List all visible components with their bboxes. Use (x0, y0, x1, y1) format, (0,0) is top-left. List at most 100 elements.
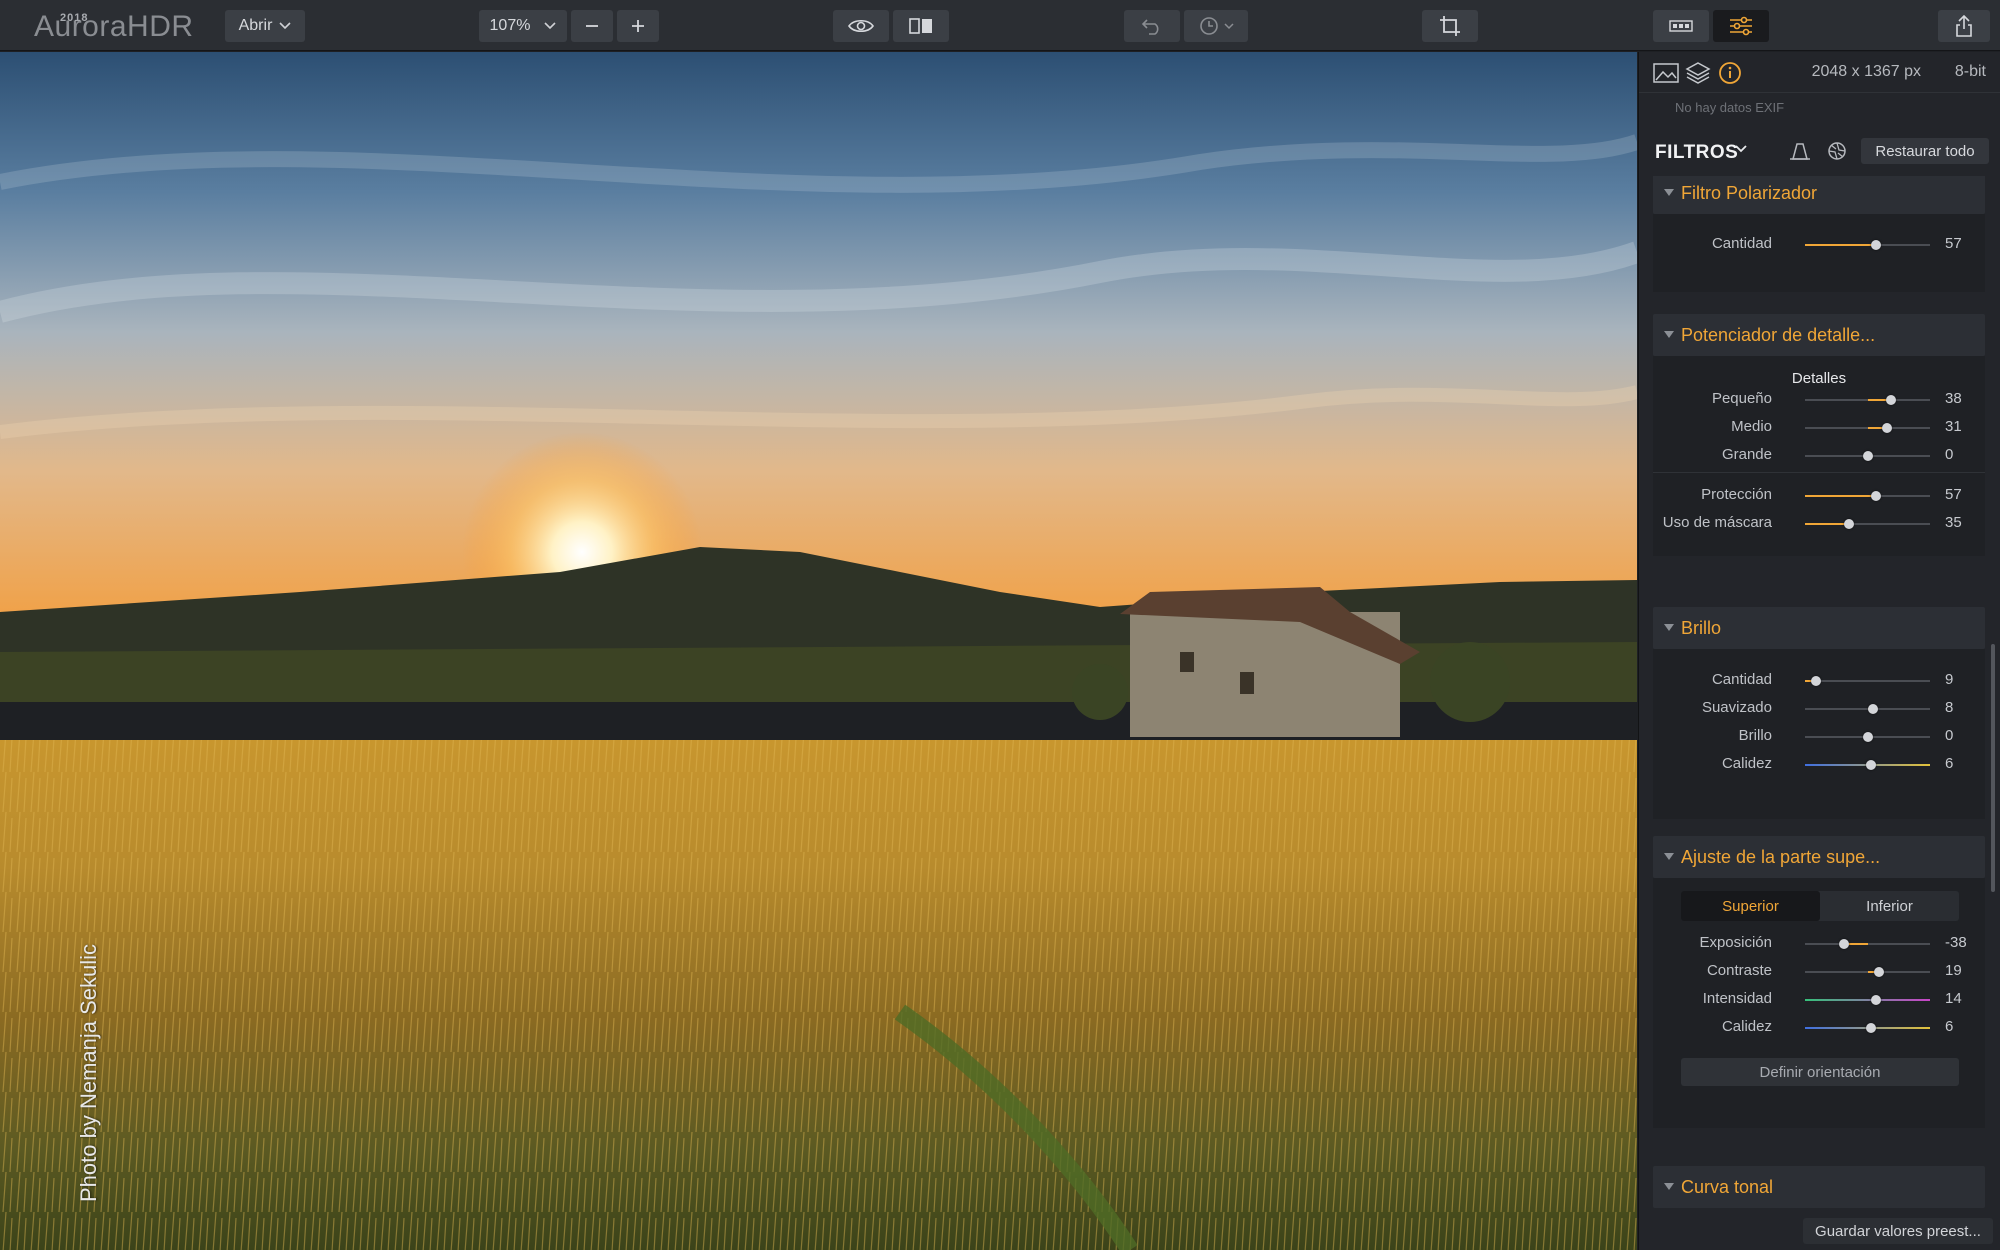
divider (1653, 472, 1985, 473)
slider-label: Grande (1721, 446, 1772, 463)
aperture-icon[interactable] (1827, 141, 1847, 161)
compare-button[interactable] (893, 10, 949, 42)
slider-track[interactable] (1805, 423, 1930, 433)
slider-track[interactable] (1805, 732, 1930, 742)
slider-knob[interactable] (1843, 519, 1854, 529)
section-header-glow[interactable]: Brillo (1653, 607, 1985, 649)
slider-value: 0 (1945, 727, 1954, 744)
share-button[interactable] (1938, 10, 1990, 42)
section-header-tone-curve[interactable]: Curva tonal (1653, 1166, 1985, 1208)
eye-icon (848, 19, 874, 33)
slider-knob[interactable] (1811, 676, 1822, 686)
zoom-out-button[interactable] (571, 10, 613, 42)
expand-triangle-icon (1664, 624, 1674, 631)
zoom-in-button[interactable] (617, 10, 659, 42)
slider-track[interactable] (1805, 939, 1930, 949)
history-button[interactable] (1184, 10, 1248, 42)
slider-track[interactable] (1805, 451, 1930, 461)
plus-icon (632, 20, 644, 32)
expand-triangle-icon (1664, 853, 1674, 860)
slider-track[interactable] (1805, 967, 1930, 977)
chevron-down-icon[interactable] (1735, 145, 1747, 153)
slider-knob[interactable] (1862, 451, 1873, 461)
undo-button[interactable] (1124, 10, 1180, 42)
slider-track[interactable] (1805, 704, 1930, 714)
set-orientation-button[interactable]: Definir orientación (1681, 1058, 1959, 1086)
slider-knob[interactable] (1838, 939, 1849, 949)
slider-knob[interactable] (1871, 491, 1882, 501)
slider-label: Suavizado (1701, 699, 1772, 716)
slider-knob[interactable] (1871, 995, 1882, 1005)
slider-knob[interactable] (1886, 395, 1897, 405)
layers-icon[interactable] (1685, 61, 1711, 85)
section-header-detail[interactable]: Potenciador de detalle... (1653, 314, 1985, 356)
slider-label: Cantidad (1711, 671, 1772, 688)
filters-dropdown[interactable]: FILTROS (1655, 142, 1738, 164)
section-body-detail: Detalles Pequeño 38 Medio 31 Grande 0 Prote… (1653, 356, 1985, 556)
filters-list[interactable]: Filtro Polarizador Cantidad 57 Potenciado… (1639, 176, 2000, 1250)
slider-fill (1805, 244, 1877, 246)
save-preset-button[interactable]: Guardar valores preest... (1803, 1218, 1993, 1244)
sliders-icon (1730, 16, 1752, 36)
slider-knob[interactable] (1867, 704, 1878, 714)
slider-track[interactable] (1805, 760, 1930, 770)
slider-label: Protección (1701, 486, 1772, 503)
mask-icon[interactable] (1789, 141, 1811, 161)
image-dimensions: 2048 x 1367 px (1811, 63, 1921, 80)
exif-info: No hay datos EXIF (1675, 100, 1785, 115)
filmstrip-button[interactable] (1653, 10, 1709, 42)
slider-knob[interactable] (1881, 423, 1892, 433)
slider-knob[interactable] (1874, 967, 1885, 977)
slider-knob[interactable] (1866, 1023, 1877, 1033)
slider-knob[interactable] (1862, 732, 1873, 742)
section-header-polarizer[interactable]: Filtro Polarizador (1653, 176, 1985, 214)
slider-fill (1805, 495, 1877, 497)
section-title: Potenciador de detalle... (1681, 325, 1876, 345)
slider-track[interactable] (1805, 995, 1930, 1005)
section-header-top-bottom[interactable]: Ajuste de la parte supe... (1653, 836, 1985, 878)
slider-value: 9 (1945, 671, 1954, 688)
crop-button[interactable] (1422, 10, 1478, 42)
section-title: Curva tonal (1681, 1177, 1774, 1197)
slider-knob[interactable] (1871, 240, 1882, 250)
tab-top[interactable]: Superior (1681, 891, 1820, 921)
zoom-select[interactable]: 107% (479, 10, 567, 42)
tab-bottom[interactable]: Inferior (1820, 891, 1959, 921)
slider-track[interactable] (1805, 491, 1930, 501)
slider-value: 31 (1945, 418, 1962, 435)
filters-header: FILTROS Restaurar todo (1639, 128, 2000, 176)
expand-triangle-icon (1664, 1183, 1674, 1190)
filmstrip-icon (1669, 20, 1693, 32)
reset-all-button[interactable]: Restaurar todo (1861, 138, 1989, 164)
split-view-icon (909, 18, 932, 34)
image-icon[interactable] (1653, 61, 1679, 85)
photo-canvas[interactable]: Photo by Nemanja Sekulic (0, 52, 1637, 1250)
slider-track[interactable] (1805, 240, 1930, 250)
slider-label: Brillo (1738, 727, 1772, 744)
slider-track[interactable] (1805, 1023, 1930, 1033)
undo-icon (1141, 19, 1159, 35)
slider-label: Calidez (1721, 755, 1772, 772)
open-button[interactable]: Abrir (225, 10, 305, 42)
slider-track[interactable] (1805, 676, 1930, 686)
chevron-down-icon (1223, 22, 1234, 29)
landscape-photo (0, 52, 1637, 1250)
slider-track[interactable] (1805, 395, 1930, 405)
app-logo: 2018 AuroraHDR (34, 8, 194, 44)
zoom-value: 107% (489, 17, 531, 34)
preview-button[interactable] (833, 10, 889, 42)
slider-knob[interactable] (1866, 760, 1877, 770)
bit-depth: 8-bit (1954, 63, 1986, 80)
top-bottom-toggle: Superior Inferior (1681, 891, 1959, 921)
slider-value: 57 (1945, 235, 1962, 252)
adjustments-button[interactable] (1713, 10, 1769, 42)
slider-label: Cantidad (1711, 235, 1772, 252)
slider-track[interactable] (1805, 519, 1930, 529)
filters-panel: 2048 x 1367 px 8-bit No hay datos EXIF F… (1638, 52, 2000, 1250)
chevron-down-icon (544, 22, 557, 30)
slider-label: Uso de máscara (1662, 514, 1772, 531)
info-icon[interactable] (1717, 61, 1743, 85)
slider-value: 19 (1945, 962, 1962, 979)
slider-value: 35 (1945, 514, 1962, 531)
panel-scrollbar[interactable] (1991, 644, 1995, 892)
